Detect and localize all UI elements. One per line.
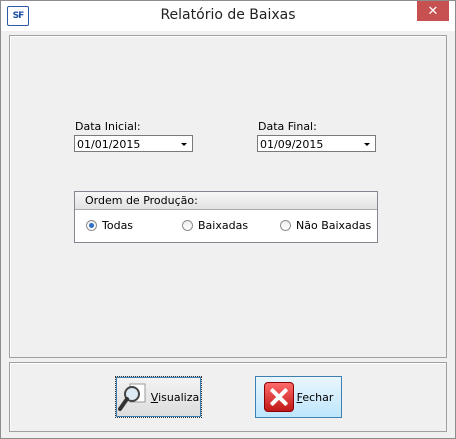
report-window: SF Relatório de Baixas ✕ Data Inicial: 0… [0,0,456,439]
radio-nao-baixadas-label: Não Baixadas [296,219,372,232]
start-date-value: 01/01/2015 [77,138,141,151]
radio-unselected-icon [182,220,193,231]
visualiza-label: Visualiza [150,390,200,404]
close-x-icon [263,382,294,412]
fechar-label: Fechar [296,390,334,404]
end-date-label: Data Final: [258,120,317,133]
radio-nao-baixadas[interactable]: Não Baixadas [280,219,371,232]
radio-todas-label: Todas [102,219,134,232]
group-title: Ordem de Produção: [85,194,198,207]
radio-todas[interactable]: Todas [86,219,133,232]
actions-panel [9,362,447,432]
start-date-dropdown[interactable]: 01/01/2015 [74,135,193,152]
radio-baixadas[interactable]: Baixadas [182,219,248,232]
window-title: Relatório de Baixas [160,7,296,23]
production-order-group: Ordem de Produção: Todas Baixadas Não Ba… [74,191,378,243]
close-window-button[interactable]: ✕ [417,1,449,21]
radio-baixadas-label: Baixadas [198,219,249,232]
chevron-down-icon [364,143,370,146]
magnifier-icon [117,383,146,411]
visualiza-button[interactable]: Visualiza [115,376,202,418]
title-bar: SF Relatório de Baixas ✕ [1,1,455,31]
end-date-value: 01/09/2015 [260,138,324,151]
fechar-button[interactable]: Fechar [255,376,342,418]
start-date-label: Data Inicial: [75,120,141,133]
radio-unselected-icon [280,220,291,231]
group-header: Ordem de Produção: [75,192,377,210]
radio-selected-icon [86,220,97,231]
end-date-dropdown[interactable]: 01/09/2015 [257,135,376,152]
chevron-down-icon [181,143,187,146]
